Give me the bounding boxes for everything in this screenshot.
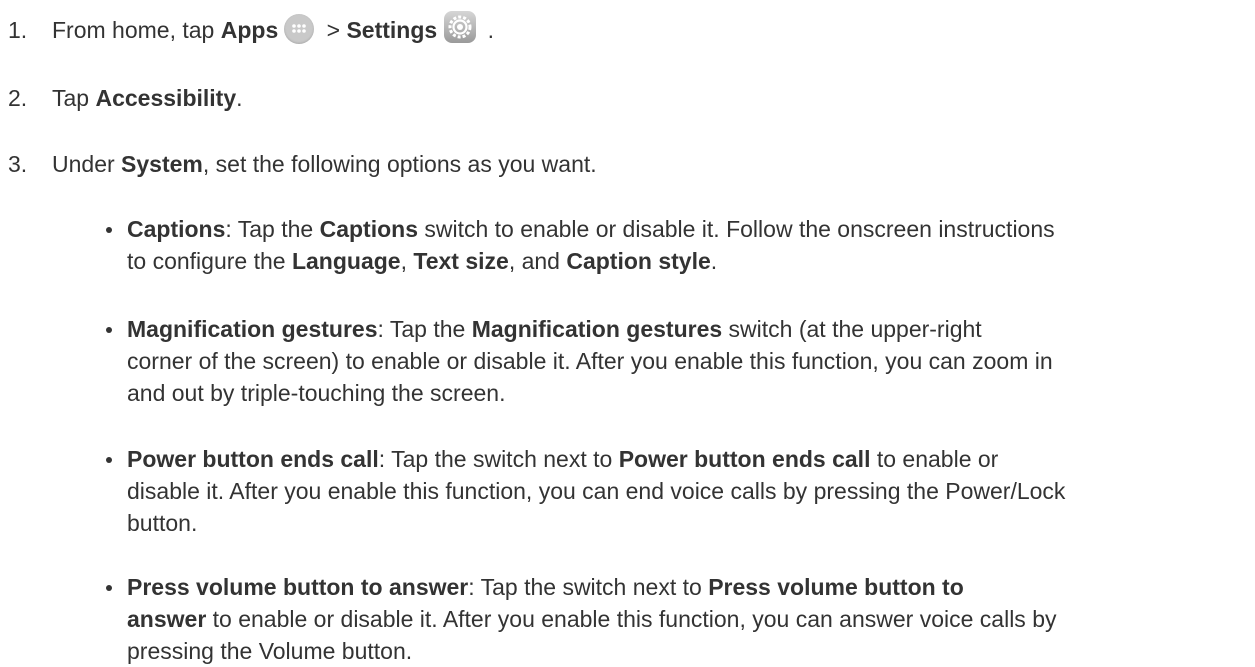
text: to enable or disable it. After you enabl… <box>206 606 1057 632</box>
text: corner of the screen) to enable or disab… <box>127 348 1053 374</box>
bold-text: answer <box>127 606 207 632</box>
text: to configure the <box>127 248 292 274</box>
bold-text: Text size <box>413 248 509 274</box>
text: pressing the Volume button. <box>127 638 413 664</box>
text: : Tap the switch next to <box>378 446 619 472</box>
bullet-line: corner of the screen) to enable or disab… <box>127 345 1227 377</box>
bullet-term: Captions <box>127 216 226 242</box>
step-text-part: Tap <box>52 85 96 111</box>
apps-label: Apps <box>220 17 279 43</box>
bold-text: Caption style <box>566 248 711 274</box>
bullet-line: Power button ends call: Tap the switch n… <box>127 443 1227 475</box>
step-number: 3. <box>8 151 28 177</box>
text: : Tap the <box>225 216 320 242</box>
bullet-dot <box>106 227 112 233</box>
text: and out by triple-touching the screen. <box>127 380 506 406</box>
bullet-line: Press volume button to answer: Tap the s… <box>127 571 1227 603</box>
accessibility-label: Accessibility <box>95 85 237 111</box>
bullet-line: button. <box>127 507 1227 539</box>
bullet-line: Captions: Tap the Captions switch to ena… <box>127 213 1227 245</box>
bullet-line: answer to enable or disable it. After yo… <box>127 603 1227 635</box>
bold-text: Press volume button to <box>708 574 964 600</box>
text: switch to enable or disable it. Follow t… <box>417 216 1055 242</box>
step-text-part: From home, tap <box>52 17 221 43</box>
bullet-line: Magnification gestures: Tap the Magnific… <box>127 313 1227 345</box>
text: , <box>400 248 414 274</box>
bullet-term: Press volume button to answer <box>127 574 469 600</box>
step-text-part: > <box>320 17 347 43</box>
bullet-line: disable it. After you enable this functi… <box>127 475 1227 507</box>
step-number: 2. <box>8 85 28 111</box>
step-text-part: . <box>236 85 243 111</box>
step-text: Under System, set the following options … <box>52 148 597 180</box>
bold-text: Magnification gestures <box>471 316 723 342</box>
text: , and <box>508 248 567 274</box>
apps-icon <box>284 13 315 44</box>
step-number: 1. <box>8 17 28 43</box>
bullet-dot <box>106 585 112 591</box>
bullet-line: and out by triple-touching the screen. <box>127 377 1227 409</box>
bullet-body: Captions: Tap the Captions switch to ena… <box>127 213 1227 277</box>
bullet-body: Power button ends call: Tap the switch n… <box>127 443 1227 539</box>
step-text-part: , set the following options as you want. <box>202 151 597 177</box>
system-label: System <box>121 151 203 177</box>
bold-text: Power button ends call <box>618 446 871 472</box>
text: to enable or <box>870 446 999 472</box>
step-text: From home, tap Apps > Settings . <box>52 10 494 46</box>
text: : Tap the switch next to <box>468 574 709 600</box>
text: button. <box>127 510 198 536</box>
text: switch (at the upper-right <box>722 316 982 342</box>
text: . <box>710 248 718 274</box>
settings-label: Settings <box>346 17 438 43</box>
step-text-part: Under <box>52 151 122 177</box>
bullet-term: Power button ends call <box>127 446 379 472</box>
text: : Tap the <box>377 316 472 342</box>
bullet-body: Press volume button to answer: Tap the s… <box>127 571 1227 667</box>
settings-icon <box>443 10 477 44</box>
step-text-part: . <box>481 17 494 43</box>
bold-text: Captions <box>319 216 418 242</box>
bullet-dot <box>106 327 112 333</box>
bold-text: Language <box>291 248 401 274</box>
bullet-body: Magnification gestures: Tap the Magnific… <box>127 313 1227 409</box>
bullet-term: Magnification gestures <box>127 316 378 342</box>
bullet-line: pressing the Volume button. <box>127 635 1227 667</box>
bullet-dot <box>106 457 112 463</box>
bullet-line: to configure the Language, Text size, an… <box>127 245 1227 277</box>
step-text: Tap Accessibility. <box>52 82 243 114</box>
text: disable it. After you enable this functi… <box>127 478 1066 504</box>
